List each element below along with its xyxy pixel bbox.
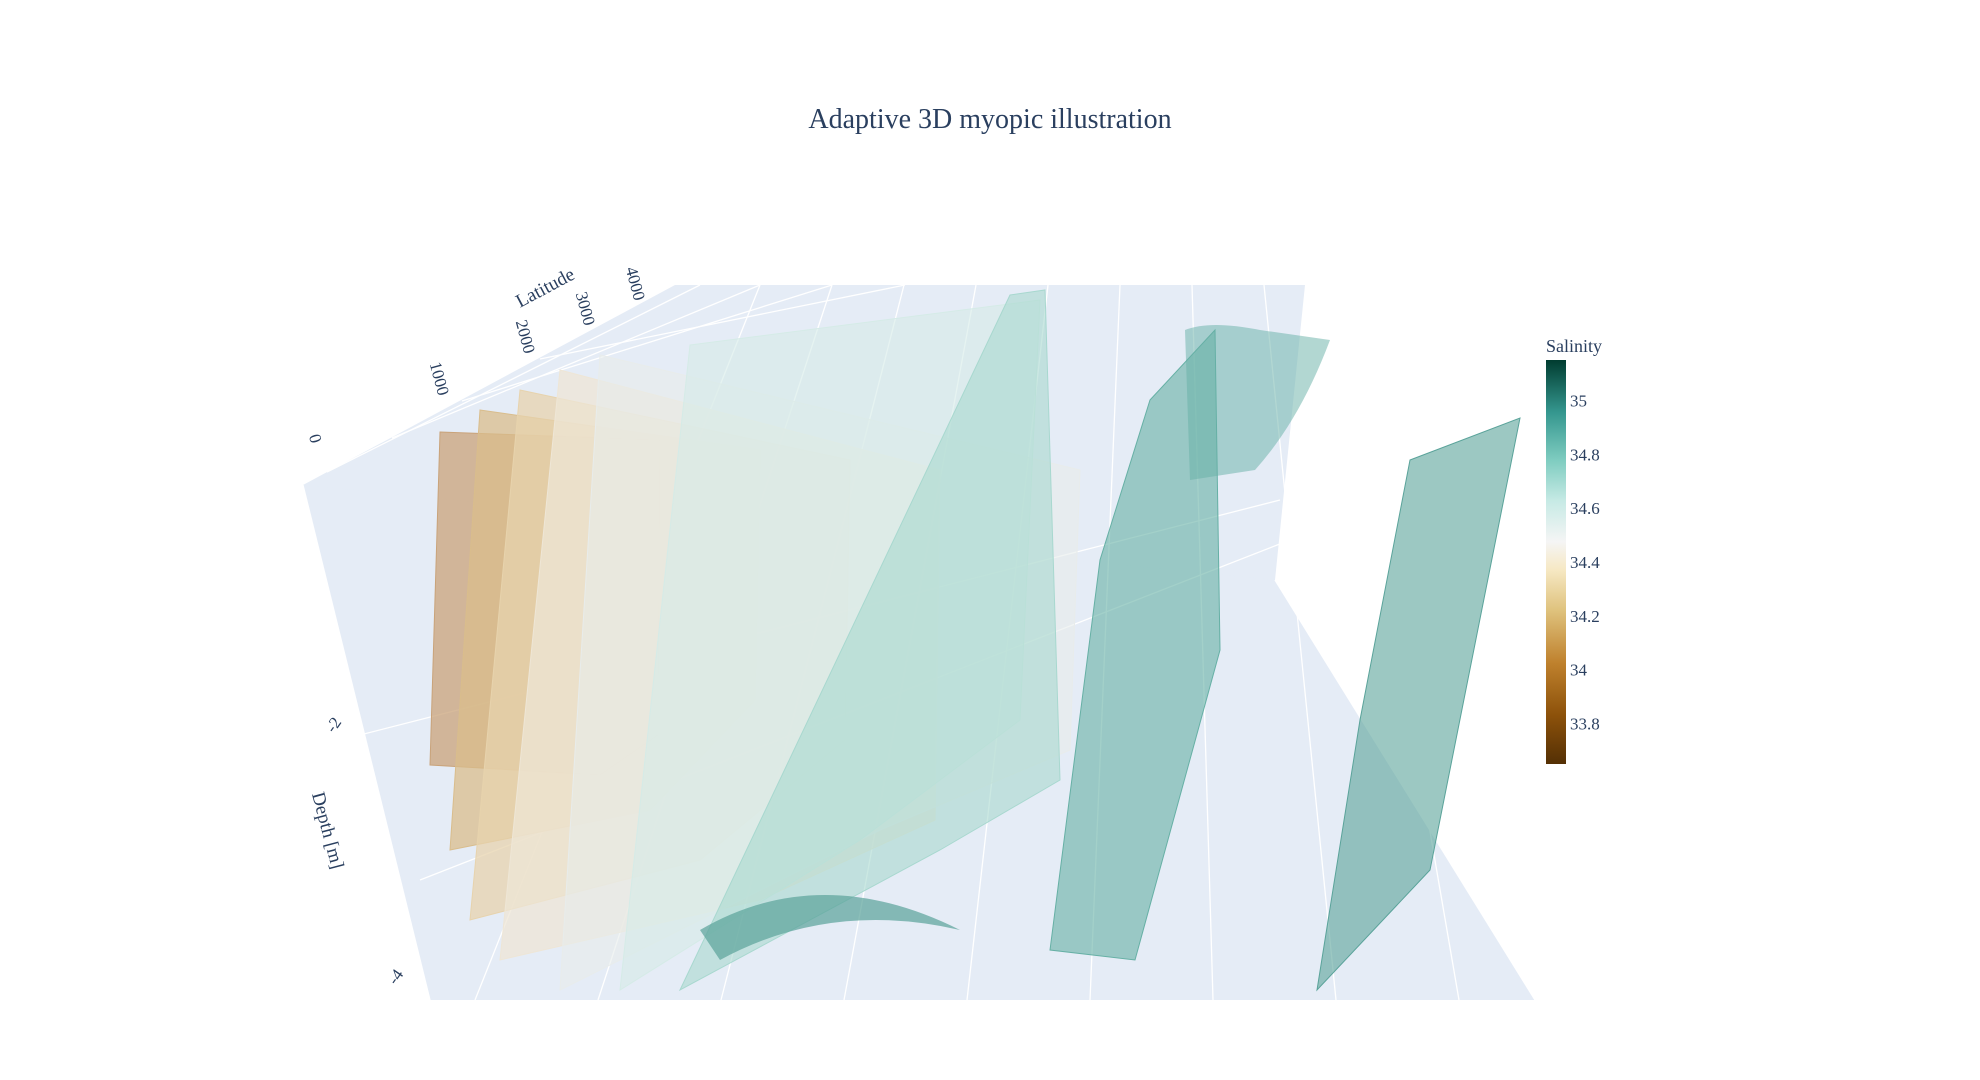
latitude-axis-title: Latitude: [513, 264, 579, 312]
colorbar-gradient: [1546, 360, 1566, 764]
colorbar-tick: 33.8: [1570, 715, 1600, 734]
colorbar-title: Salinity: [1546, 336, 1602, 356]
depth-tick: -2: [322, 714, 346, 737]
colorbar-tick: 34.6: [1570, 499, 1600, 518]
colorbar-tick: 34.8: [1570, 445, 1600, 464]
latitude-tick: 3000: [572, 290, 599, 328]
colorbar-tick: 34.4: [1570, 553, 1600, 572]
chart-canvas: Adaptive 3D myopic illustration 0 1000 200…: [302, 104, 1602, 1001]
colorbar-tick: 35: [1570, 391, 1587, 410]
latitude-tick: 4000: [622, 265, 649, 303]
colorbar-tick: 34.2: [1570, 607, 1600, 626]
chart-title: Adaptive 3D myopic illustration: [808, 104, 1171, 135]
colorbar-tick: 34: [1570, 661, 1588, 680]
depth-tick: -4: [384, 965, 408, 988]
colorbar-ticks: 33.8 34 34.2 34.4 34.6 34.8 35: [1570, 391, 1600, 733]
colorbar: Salinity 33.8 34 34.2 34.4 34.6 34.8 35: [1546, 336, 1602, 764]
latitude-tick: 1000: [426, 360, 453, 398]
isosurface-fold: [1185, 325, 1330, 480]
latitude-tick: 2000: [512, 318, 539, 356]
depth-axis-title: Depth [m]: [307, 790, 348, 871]
latitude-tick: 0: [305, 432, 326, 445]
